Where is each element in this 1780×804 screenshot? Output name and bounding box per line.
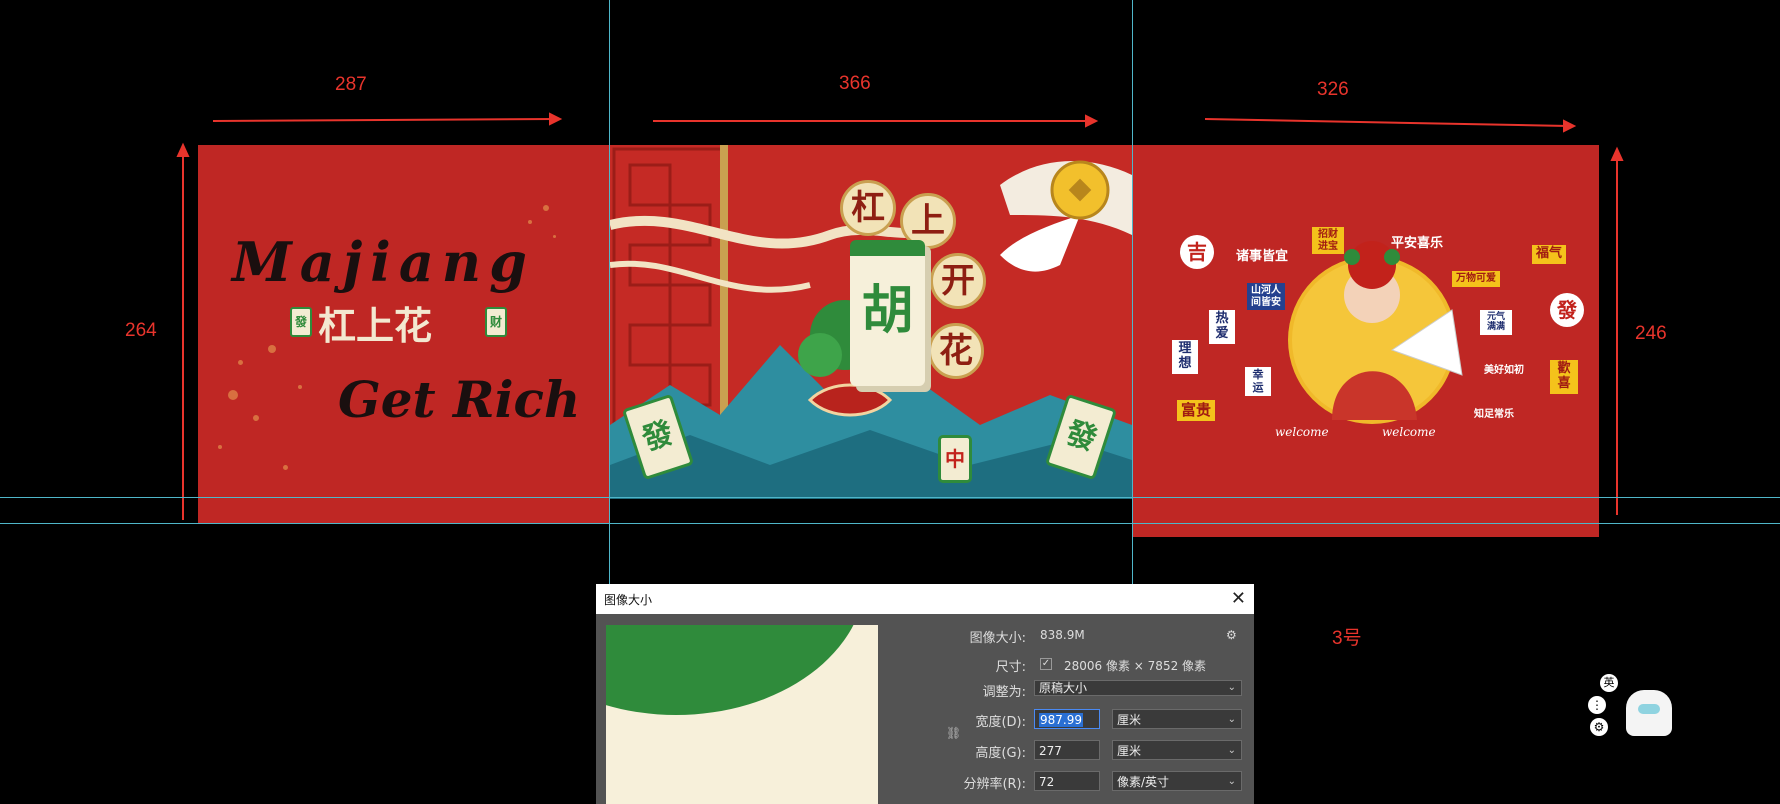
design-panel-left: Majiang 發 杠上花 财 Get Rich	[198, 145, 610, 524]
sticker-zhaocai: 招财进宝	[1312, 227, 1344, 254]
design-panel-right: 吉 诸事皆宜 招财进宝 平安喜乐 万物可爱 福气 發 山河人间皆安 热爱 理想 …	[1132, 145, 1599, 537]
settings-icon[interactable]: ⚙	[1590, 718, 1608, 736]
title-majiang: Majiang	[232, 230, 535, 294]
disc-kai: 开	[930, 253, 986, 309]
ime-widget[interactable]: 英 ⋮ ⚙	[1588, 672, 1678, 742]
tile-fa-small: 發	[290, 307, 312, 337]
language-toggle-icon[interactable]: 英	[1600, 674, 1618, 692]
title-get-rich: Get Rich	[338, 370, 581, 429]
panel-number-label: 3号	[1332, 628, 1362, 649]
right-panel-artwork	[1288, 241, 1463, 424]
chevron-down-icon: ⌄	[1227, 682, 1236, 693]
tile-zhong: 中	[938, 435, 972, 483]
sticker-yuanqi: 元气满满	[1480, 310, 1512, 335]
sticker-ji: 吉	[1180, 235, 1214, 269]
sticker-xingyun: 幸运	[1245, 367, 1271, 397]
dialog-title: 图像大小	[604, 593, 653, 607]
gear-icon[interactable]: ⚙	[1226, 628, 1237, 642]
chevron-down-icon: ⌄	[1227, 714, 1236, 725]
disc-hua: 花	[928, 323, 984, 379]
sticker-lixiang: 理想	[1172, 340, 1198, 374]
image-size-label: 图像大小:	[969, 631, 1026, 646]
dimensions-value: 28006 像素 × 7852 像素	[1064, 659, 1207, 673]
sticker-fugui: 富贵	[1177, 400, 1216, 422]
welcome-text-2: welcome	[1382, 425, 1436, 439]
resolution-input[interactable]: 72	[1034, 771, 1100, 791]
height-label: 高度(G):	[975, 746, 1026, 761]
height-input[interactable]: 277	[1034, 740, 1100, 760]
title-gangshanghua: 杠上花	[318, 303, 433, 348]
sticker-zhushijieyi: 诸事皆宜	[1236, 249, 1289, 264]
close-icon[interactable]: ✕	[1231, 588, 1246, 609]
sticker-pinganxile: 平安喜乐	[1391, 236, 1444, 251]
image-size-value: 838.9M	[1040, 628, 1085, 642]
resolution-label: 分辨率(R):	[963, 777, 1026, 792]
width-input[interactable]: 987.99	[1034, 709, 1100, 729]
dimensions-label: 尺寸:	[995, 660, 1026, 675]
fit-to-label: 调整为:	[982, 685, 1026, 700]
fit-to-select[interactable]: 原稿大小 ⌄	[1034, 680, 1242, 696]
image-size-dialog: 图像大小 ✕ 图像大小: 838.9M ⚙ 尺寸: ✓ 28006 像素 × 7…	[596, 584, 1254, 804]
guide-horizontal-1[interactable]	[0, 497, 1780, 498]
tile-hu-main: 胡	[850, 240, 925, 386]
height-unit-select[interactable]: 厘米 ⌄	[1112, 740, 1242, 760]
sticker-fuqi: 福气	[1532, 245, 1567, 264]
sticker-shanhe: 山河人间皆安	[1247, 283, 1285, 310]
welcome-text-1: welcome	[1275, 425, 1329, 439]
sticker-wanwukeai: 万物可爱	[1452, 271, 1500, 287]
more-icon[interactable]: ⋮	[1588, 696, 1606, 714]
design-panel-middle: 杠 上 开 花 胡 發 發 中	[610, 145, 1132, 499]
sticker-reai: 热爱	[1209, 310, 1235, 344]
image-preview[interactable]	[606, 625, 878, 804]
sticker-meihao: 美好如初	[1484, 365, 1524, 376]
tile-cai-small: 财	[485, 307, 507, 337]
chevron-down-icon: ⌄	[1227, 745, 1236, 756]
dialog-titlebar[interactable]: 图像大小 ✕	[596, 584, 1254, 614]
dimensions-dropdown-toggle[interactable]: ✓	[1040, 658, 1052, 670]
width-label: 宽度(D):	[975, 715, 1026, 730]
width-unit-select[interactable]: 厘米 ⌄	[1112, 709, 1242, 729]
resolution-unit-select[interactable]: 像素/英寸 ⌄	[1112, 771, 1242, 791]
disc-gang: 杠	[840, 180, 896, 236]
sticker-fa: 發	[1550, 293, 1584, 327]
mascot-icon[interactable]	[1626, 690, 1672, 736]
sticker-huanxi: 歡喜	[1550, 360, 1578, 394]
chevron-down-icon: ⌄	[1227, 776, 1236, 787]
sticker-zhizuchangle: 知足常乐	[1474, 409, 1514, 420]
guide-horizontal-2[interactable]	[0, 523, 1780, 524]
